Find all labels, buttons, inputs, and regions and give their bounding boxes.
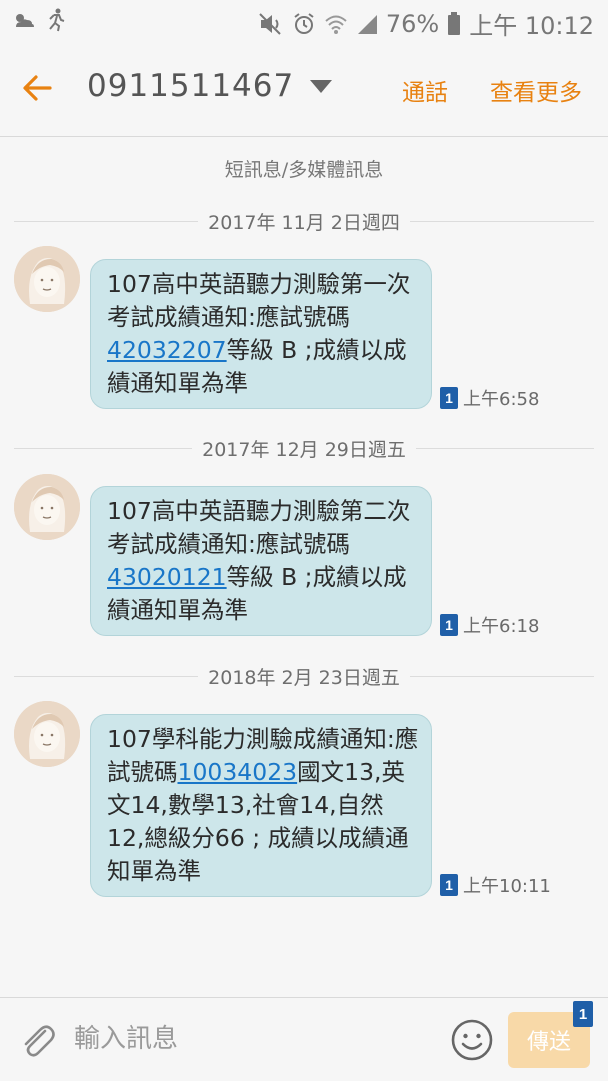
date-separator: 2018年 2月 23日週五 bbox=[14, 661, 595, 691]
contact-number: 0911511467 bbox=[87, 68, 295, 104]
sim-card-icon: 1 bbox=[440, 614, 458, 636]
message-meta: 1 上午6:58 bbox=[440, 385, 539, 411]
status-bar: 76% 上午 10:12 bbox=[0, 0, 608, 42]
date-label: 2017年 11月 2日週四 bbox=[208, 211, 400, 234]
smiley-icon bbox=[451, 1019, 493, 1061]
conversation-type-label: 短訊息/多媒體訊息 bbox=[224, 159, 384, 181]
message-meta: 1 上午10:11 bbox=[440, 872, 551, 898]
back-button[interactable] bbox=[20, 70, 60, 110]
message-meta: 1 上午6:18 bbox=[440, 612, 539, 638]
contact-avatar[interactable] bbox=[14, 246, 80, 312]
clock: 上午 10:12 bbox=[469, 12, 594, 40]
signal-icon bbox=[356, 13, 378, 35]
date-label: 2018年 2月 23日週五 bbox=[208, 666, 400, 689]
message-bubble[interactable]: 107高中英語聽力測驗第二次考試成績通知:應試號碼43020121等級 B ;成… bbox=[90, 486, 432, 636]
weather-icon bbox=[12, 10, 36, 30]
message-text: 107高中英語聽力測驗第一次考試成績通知:應試號碼 bbox=[107, 270, 411, 331]
message-bubble[interactable]: 107高中英語聽力測驗第一次考試成績通知:應試號碼42032207等級 B ;成… bbox=[90, 259, 432, 409]
contact-avatar[interactable] bbox=[14, 474, 80, 540]
phone-number-link[interactable]: 43020121 bbox=[107, 563, 227, 591]
contact-selector[interactable]: 0911511467 bbox=[87, 68, 333, 104]
message-text: 107高中英語聽力測驗第二次考試成績通知:應試號碼 bbox=[107, 497, 411, 558]
emoji-button[interactable] bbox=[449, 1017, 495, 1063]
person-icon bbox=[14, 701, 80, 767]
contact-avatar[interactable] bbox=[14, 701, 80, 767]
message-time: 上午10:11 bbox=[463, 876, 551, 897]
mute-icon bbox=[258, 12, 284, 36]
view-more-button[interactable]: 查看更多 bbox=[490, 73, 582, 107]
battery-percent: 76% bbox=[385, 9, 440, 38]
person-icon bbox=[14, 474, 80, 540]
compose-bar: 傳送 1 bbox=[0, 997, 608, 1081]
battery-icon bbox=[447, 11, 461, 36]
date-separator: 2017年 11月 2日週四 bbox=[14, 206, 595, 236]
date-separator: 2017年 12月 29日週五 bbox=[14, 433, 595, 463]
phone-number-link[interactable]: 10034023 bbox=[178, 758, 298, 786]
call-button[interactable]: 通話 bbox=[402, 73, 448, 107]
message-time: 上午6:18 bbox=[463, 616, 540, 637]
app-bar: 0911511467 通話 查看更多 bbox=[0, 42, 608, 137]
message-bubble[interactable]: 107學科能力測驗成績通知:應試號碼10034023國文13,英文14,數學13… bbox=[90, 714, 432, 897]
runner-icon bbox=[46, 8, 66, 32]
date-label: 2017年 12月 29日週五 bbox=[202, 438, 406, 461]
attach-button[interactable] bbox=[18, 1020, 58, 1060]
alarm-icon bbox=[292, 12, 316, 36]
dropdown-arrow-icon bbox=[310, 79, 333, 93]
sim-card-icon: 1 bbox=[440, 387, 458, 409]
wifi-icon bbox=[324, 13, 348, 35]
person-icon bbox=[14, 246, 80, 312]
back-arrow-icon bbox=[23, 75, 52, 101]
paperclip-icon bbox=[24, 1025, 55, 1057]
sim-card-icon: 1 bbox=[440, 874, 458, 896]
message-input[interactable] bbox=[72, 1018, 436, 1060]
conversation-list[interactable]: 短訊息/多媒體訊息 2017年 11月 2日週四 107高中英語聽力測驗第一次考… bbox=[0, 137, 608, 997]
message-time: 上午6:58 bbox=[463, 389, 540, 410]
phone-number-link[interactable]: 42032207 bbox=[107, 336, 227, 364]
sim-card-icon: 1 bbox=[573, 1001, 593, 1027]
